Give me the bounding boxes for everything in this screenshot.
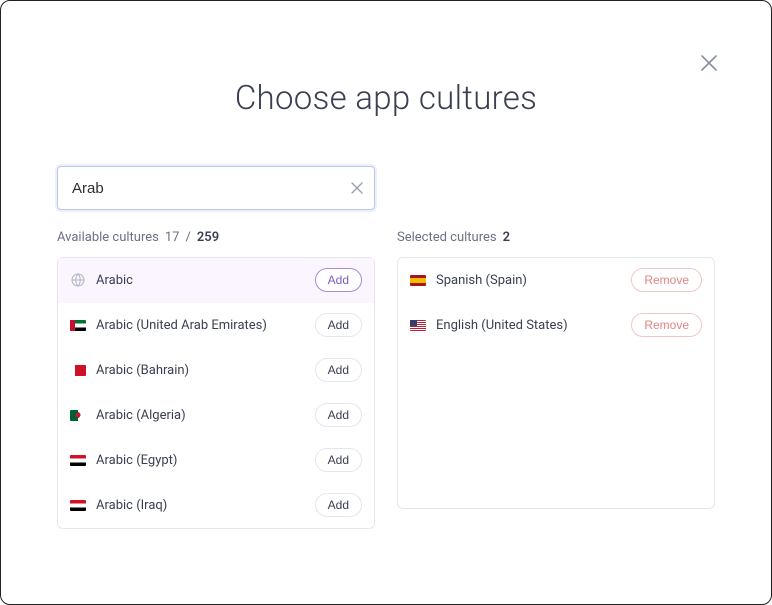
close-button[interactable]	[695, 49, 723, 77]
selected-column: Selected cultures 2 Spanish (Spain) Remov…	[397, 230, 715, 529]
add-button[interactable]: Add	[315, 313, 362, 337]
add-button[interactable]: Add	[315, 358, 362, 382]
list-item: Arabic (Egypt) Add	[58, 438, 374, 483]
remove-button[interactable]: Remove	[631, 313, 702, 337]
culture-label: English (United States)	[436, 318, 621, 333]
globe-icon	[70, 272, 86, 288]
add-button[interactable]: Add	[315, 403, 362, 427]
list-item: English (United States) Remove	[398, 303, 714, 348]
culture-label: Spanish (Spain)	[436, 273, 621, 288]
available-column: Available cultures 17 / 259 ArabicAddAra…	[57, 230, 375, 529]
flag-icon	[410, 320, 426, 331]
add-button[interactable]: Add	[315, 268, 362, 292]
available-list: Arabic Add Arabic (United Arab Emirates) Ad…	[57, 257, 375, 529]
available-filtered-count: 17	[165, 230, 180, 245]
available-header: Available cultures 17 / 259	[57, 230, 375, 245]
remove-button[interactable]: Remove	[631, 268, 702, 292]
selected-header: Selected cultures 2	[397, 230, 715, 245]
add-button[interactable]: Add	[315, 448, 362, 472]
available-header-label: Available cultures	[57, 230, 159, 245]
close-icon	[698, 52, 720, 74]
list-item: Spanish (Spain) Remove	[398, 258, 714, 303]
culture-label: Arabic (Bahrain)	[96, 363, 305, 378]
culture-label: Arabic (Iraq)	[96, 498, 305, 513]
culture-label: Arabic (Algeria)	[96, 408, 305, 423]
culture-label: Arabic (Egypt)	[96, 453, 305, 468]
flag-icon	[70, 320, 86, 331]
list-item: Arabic (United Arab Emirates) Add	[58, 303, 374, 348]
flag-icon	[70, 365, 86, 376]
search-input[interactable]	[57, 166, 375, 210]
selected-count: 2	[503, 230, 510, 245]
flag-icon	[410, 275, 426, 286]
flag-icon	[70, 410, 86, 421]
list-item: Arabic Add	[58, 258, 374, 303]
list-item: Arabic (Bahrain) Add	[58, 348, 374, 393]
add-button[interactable]: Add	[315, 493, 362, 517]
available-total-count: 259	[197, 230, 219, 245]
search-field-wrap	[57, 166, 375, 210]
list-item: Arabic (Algeria) Add	[58, 393, 374, 438]
selected-list: Spanish (Spain)RemoveEnglish (United Sta…	[397, 257, 715, 509]
flag-icon	[70, 455, 86, 466]
flag-icon	[70, 500, 86, 511]
culture-label: Arabic (United Arab Emirates)	[96, 318, 305, 333]
culture-label: Arabic	[96, 273, 305, 288]
clear-search-button[interactable]	[349, 180, 365, 196]
count-separator: /	[185, 230, 190, 245]
selected-header-label: Selected cultures	[397, 230, 497, 245]
columns: Available cultures 17 / 259 ArabicAddAra…	[57, 230, 715, 529]
list-item: Arabic (Iraq) Add	[58, 483, 374, 528]
close-icon	[349, 180, 365, 196]
dialog-title: Choose app cultures	[57, 79, 715, 118]
choose-cultures-dialog: Choose app cultures Available cultures 1…	[0, 0, 772, 605]
